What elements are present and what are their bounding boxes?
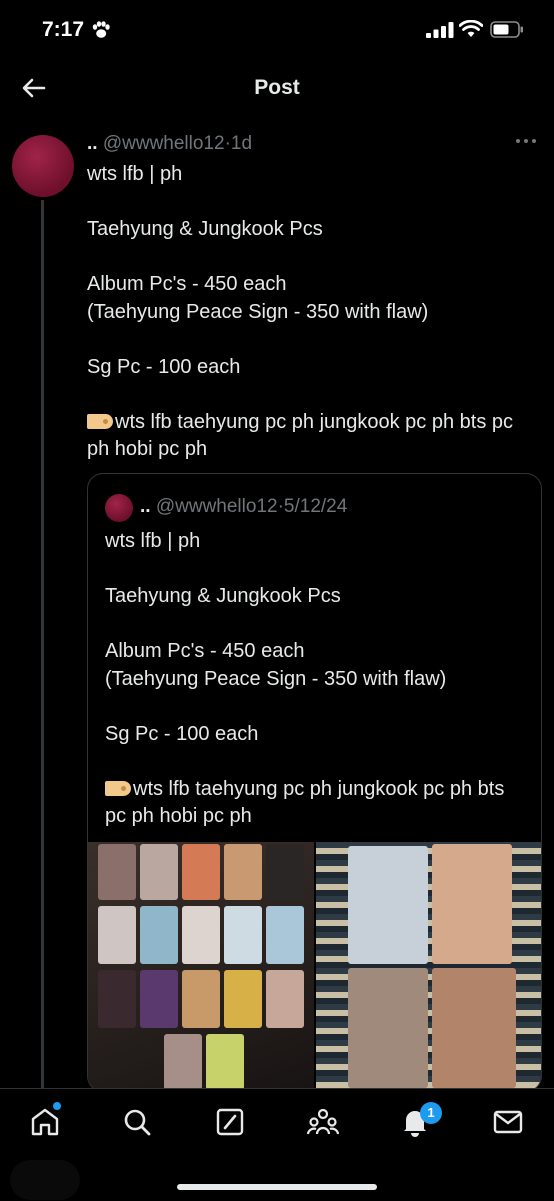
quoted-post-text: wts lfb | ph Taehyung & Jungkook Pcs Alb… [105, 528, 530, 831]
home-icon[interactable] [28, 1105, 62, 1139]
quoted-post-line: wts lfb | ph [105, 530, 201, 552]
quoted-post-date: 5/12/24 [283, 496, 348, 517]
quoted-post-line: Sg Pc - 100 each [105, 722, 259, 745]
post-tag-line: wts lfb taehyung pc ph jungkook pc ph bt… [87, 410, 519, 461]
author-display-name[interactable]: .. [87, 133, 98, 154]
notification-count-badge: 1 [420, 1102, 442, 1124]
quoted-author-avatar [105, 494, 133, 522]
post-meta: .. @wwwhello12·1d [87, 130, 537, 158]
wifi-icon [459, 20, 483, 37]
thread-line [41, 200, 44, 1090]
home-new-content-dot [53, 1102, 61, 1110]
communities-icon[interactable] [306, 1105, 340, 1139]
post-line: (Taehyung Peace Sign - 350 with flaw) [87, 300, 429, 323]
post-text: wts lfb | ph Taehyung & Jungkook Pcs Alb… [87, 161, 537, 464]
status-time: 7:17 [42, 18, 85, 41]
search-icon[interactable] [120, 1105, 154, 1139]
top-navigation-bar: Post [0, 60, 554, 118]
post[interactable]: .. @wwwhello12·1d wts lfb | ph Taehyung … [87, 130, 537, 464]
home-indicator[interactable] [177, 1184, 377, 1190]
paw-icon [92, 21, 110, 38]
grok-icon[interactable] [213, 1105, 247, 1139]
post-time[interactable]: 1d [231, 133, 252, 154]
quoted-post-line: (Taehyung Peace Sign - 350 with flaw) [105, 667, 447, 690]
more-options-icon[interactable] [515, 136, 537, 146]
quoted-post-line: Album Pc's - 450 each [105, 640, 305, 662]
quoted-post-line: Taehyung & Jungkook Pcs [105, 585, 341, 607]
messages-icon[interactable] [491, 1105, 525, 1139]
quoted-author-display-name: .. [140, 496, 151, 517]
author-handle[interactable]: @wwwhello12 [103, 133, 225, 154]
price-tag-emoji-icon [87, 413, 113, 429]
author-avatar[interactable] [12, 135, 74, 197]
photocards-close-up-photo[interactable] [316, 842, 541, 1091]
quoted-post-meta: .. @wwwhello12·5/12/24 [140, 493, 347, 521]
quoted-author-handle: @wwwhello12 [155, 496, 278, 517]
photocards-grid-photo[interactable] [88, 842, 314, 1091]
post-line: Sg Pc - 100 each [87, 355, 241, 378]
post-line: wts lfb | ph [87, 163, 183, 185]
status-bar: 7:17 [0, 0, 554, 60]
price-tag-emoji-icon [105, 780, 131, 796]
page-title: Post [254, 76, 300, 99]
floating-shadow [10, 1160, 80, 1200]
quoted-post[interactable]: .. @wwwhello12·5/12/24 wts lfb | ph Taeh… [87, 473, 542, 1092]
post-line: Taehyung & Jungkook Pcs [87, 218, 323, 240]
quoted-post-tag-line: wts lfb taehyung pc ph jungkook pc ph bt… [105, 777, 510, 828]
battery-icon [490, 21, 523, 38]
quoted-post-media [88, 842, 541, 1091]
post-line: Album Pc's - 450 each [87, 273, 287, 295]
cellular-signal-icon [426, 22, 454, 38]
